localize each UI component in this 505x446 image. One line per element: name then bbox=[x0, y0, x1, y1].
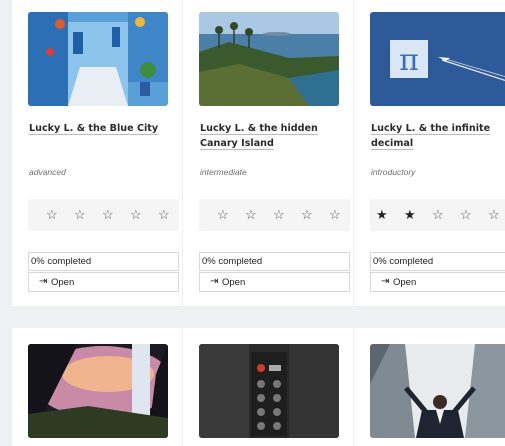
star-icon[interactable]: ☆ bbox=[158, 207, 170, 223]
course-card bbox=[183, 328, 353, 446]
course-card: Lucky L. & the Blue City advanced ☆ ☆ ☆ … bbox=[12, 0, 182, 306]
progress-bar: 0% completed bbox=[370, 252, 505, 271]
course-card: Lucky L. & the hidden Canary Island inte… bbox=[183, 0, 353, 306]
progress-label: 0% completed bbox=[373, 256, 434, 267]
open-button[interactable]: ⇥ Open bbox=[370, 272, 505, 292]
progress-label: 0% completed bbox=[202, 256, 263, 267]
pi-icon: π bbox=[399, 43, 419, 78]
progress-label: 0% completed bbox=[31, 256, 92, 267]
canary-island-image[interactable] bbox=[199, 12, 339, 106]
open-button[interactable]: ⇥ Open bbox=[28, 272, 179, 292]
course-level: advanced bbox=[29, 167, 66, 177]
course-title[interactable]: Lucky L. & the infinite decimal bbox=[371, 122, 505, 151]
open-label: Open bbox=[222, 277, 246, 288]
businessman-skyscrapers-image[interactable] bbox=[370, 344, 505, 438]
star-icon[interactable]: ☆ bbox=[245, 207, 257, 223]
star-icon[interactable]: ☆ bbox=[102, 207, 114, 223]
star-icon[interactable]: ☆ bbox=[217, 207, 229, 223]
course-level: intermediate bbox=[200, 167, 247, 177]
star-rating: ☆ ☆ ☆ ☆ ☆ bbox=[28, 199, 179, 231]
star-icon[interactable]: ☆ bbox=[460, 207, 472, 223]
sign-in-icon: ⇥ bbox=[39, 276, 48, 287]
course-card: π Lucky L. & the infinite decimal introd… bbox=[354, 0, 505, 306]
star-icon[interactable]: ☆ bbox=[273, 207, 285, 223]
progress-bar: 0% completed bbox=[28, 252, 179, 271]
open-label: Open bbox=[51, 277, 75, 288]
star-icon[interactable]: ☆ bbox=[329, 207, 341, 223]
star-icon[interactable]: ☆ bbox=[130, 207, 142, 223]
pi-airplane-image[interactable]: π bbox=[370, 12, 505, 106]
star-icon[interactable]: ☆ bbox=[301, 207, 313, 223]
elevator-panel-image[interactable] bbox=[199, 344, 339, 438]
star-rating: ☆ ☆ ☆ ☆ ☆ bbox=[199, 199, 350, 231]
star-icon[interactable]: ☆ bbox=[488, 207, 500, 223]
blue-city-image[interactable] bbox=[28, 12, 168, 106]
star-rating: ★ ★ ☆ ☆ ☆ bbox=[370, 199, 505, 231]
open-button[interactable]: ⇥ Open bbox=[199, 272, 350, 292]
star-icon[interactable]: ☆ bbox=[432, 207, 444, 223]
course-title[interactable]: Lucky L. & the Blue City bbox=[29, 122, 169, 137]
sign-in-icon: ⇥ bbox=[210, 276, 219, 287]
course-card bbox=[12, 328, 182, 446]
sign-in-icon: ⇥ bbox=[381, 276, 390, 287]
star-icon[interactable]: ★ bbox=[404, 207, 416, 223]
star-icon[interactable]: ★ bbox=[376, 207, 388, 223]
course-title[interactable]: Lucky L. & the hidden Canary Island bbox=[200, 122, 340, 151]
course-card bbox=[354, 328, 505, 446]
progress-bar: 0% completed bbox=[199, 252, 350, 271]
star-icon[interactable]: ☆ bbox=[74, 207, 86, 223]
star-icon[interactable]: ☆ bbox=[46, 207, 58, 223]
open-label: Open bbox=[393, 277, 417, 288]
course-level: introductory bbox=[371, 167, 416, 177]
waterfall-image[interactable] bbox=[28, 344, 168, 438]
